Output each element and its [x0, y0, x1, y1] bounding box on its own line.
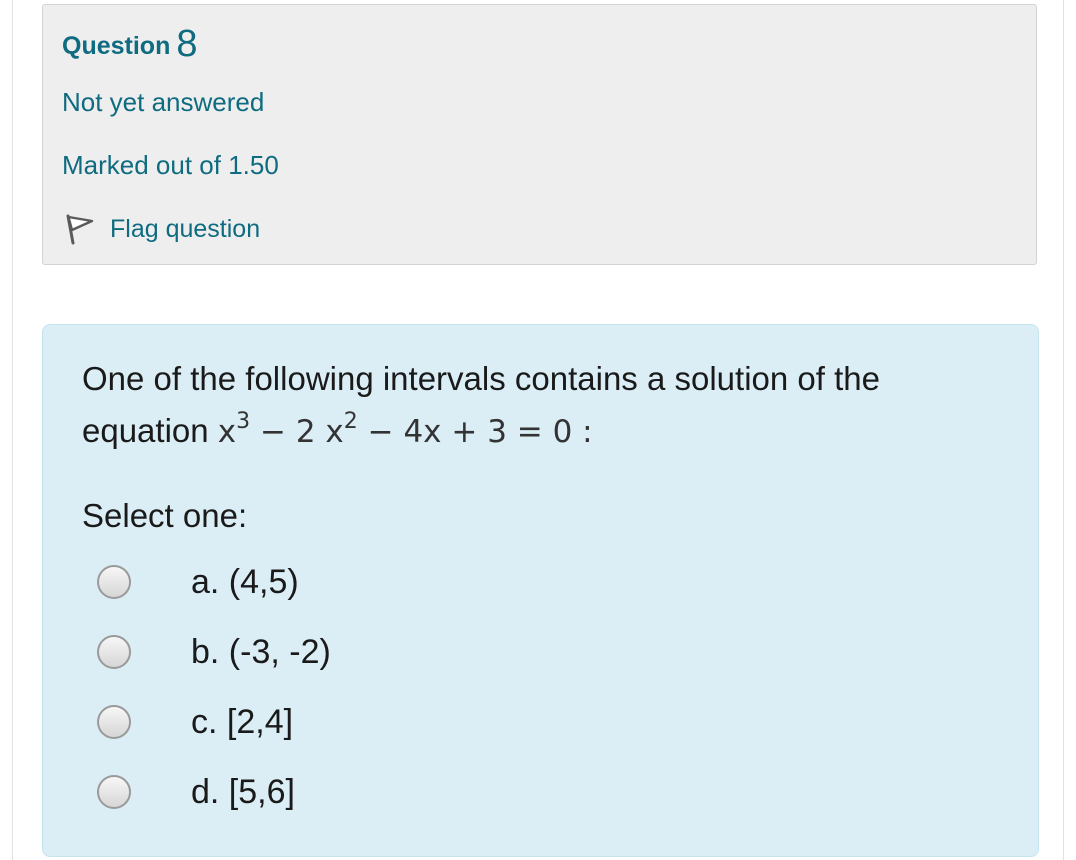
- flag-question-button[interactable]: Flag question: [62, 209, 260, 249]
- option-d[interactable]: d. [5,6]: [97, 757, 897, 827]
- equation-term-2x: − 2 x: [250, 414, 344, 450]
- option-d-label[interactable]: d. [5,6]: [191, 775, 295, 809]
- question-grade: Marked out of 1.50: [62, 150, 279, 180]
- question-state: Not yet answered: [62, 87, 265, 117]
- question-formulation: One of the following intervals contains …: [42, 324, 1039, 857]
- option-a[interactable]: a. (4,5): [97, 547, 897, 617]
- question-title: Question 8: [62, 25, 197, 63]
- page-border-left: [12, 0, 13, 860]
- answer-options: a. (4,5) b. (-3, -2) c. [2,4] d. [5,6]: [97, 547, 897, 827]
- equation-exponent-3: 3: [236, 409, 251, 434]
- option-a-label[interactable]: a. (4,5): [191, 565, 299, 599]
- equation-tail: − 4x + 3 = 0 :: [357, 414, 593, 450]
- option-d-radio[interactable]: [97, 775, 131, 809]
- select-one-prompt: Select one:: [82, 497, 248, 534]
- page-border-right: [1063, 0, 1064, 860]
- flag-question-label: Flag question: [110, 214, 261, 243]
- question-number: 8: [176, 23, 198, 65]
- equation-exponent-2: 2: [343, 409, 358, 434]
- option-c-label[interactable]: c. [2,4]: [191, 705, 293, 739]
- option-b-label[interactable]: b. (-3, -2): [191, 635, 331, 669]
- option-c[interactable]: c. [2,4]: [97, 687, 897, 757]
- option-c-radio[interactable]: [97, 705, 131, 739]
- question-text: One of the following intervals contains …: [82, 353, 982, 458]
- equation: x3 − 2 x2 − 4x + 3 = 0 :: [217, 411, 593, 451]
- option-b-radio[interactable]: [97, 635, 131, 669]
- question-info-box: Question 8 Not yet answered Marked out of…: [42, 4, 1037, 265]
- question-prefix: Question: [62, 32, 171, 60]
- option-a-radio[interactable]: [97, 565, 131, 599]
- flag-icon: [66, 214, 94, 245]
- option-b[interactable]: b. (-3, -2): [97, 617, 897, 687]
- equation-term-x: x: [217, 414, 237, 450]
